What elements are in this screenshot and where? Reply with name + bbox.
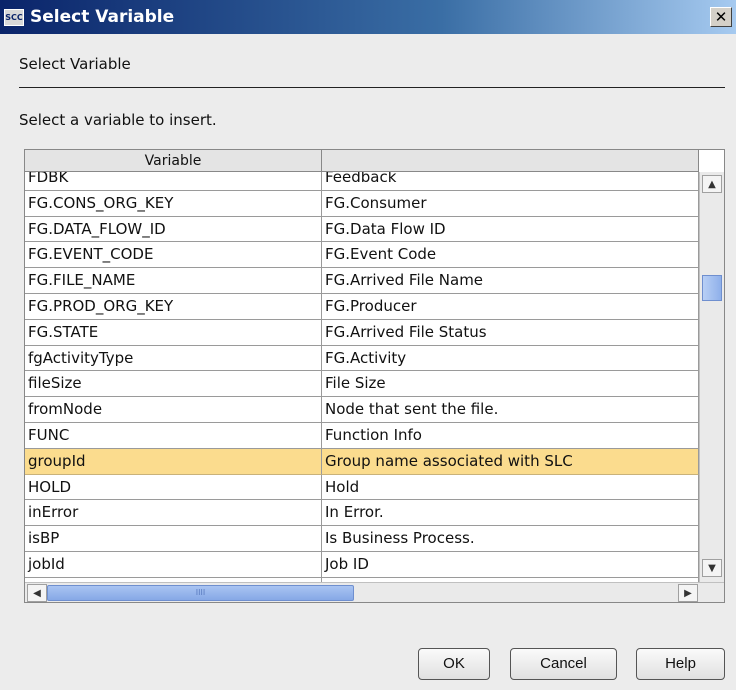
description-cell: FG.Arrived File Status	[322, 319, 699, 346]
description-cell: FG.Consumer	[322, 190, 699, 217]
description-cell: Is Business Process.	[322, 526, 699, 552]
description-cell: Job ID	[322, 551, 699, 578]
title-bar: SCC Select Variable ✕	[0, 0, 736, 34]
scroll-down-icon: ▼	[708, 562, 716, 574]
table-row[interactable]: FG.PROD_ORG_KEY FG.Producer	[25, 293, 699, 320]
close-icon: ✕	[714, 8, 728, 26]
ok-button[interactable]: OK	[418, 648, 490, 680]
horizontal-scroll-thumb[interactable]: IIII	[47, 585, 354, 601]
scroll-left-icon: ◀	[33, 587, 41, 599]
table-body: FDBK Feedback FG.CONS_ORG_KEY FG.Consumer FG…	[25, 172, 699, 582]
description-cell: In Error.	[322, 500, 699, 527]
table-row[interactable]: FG.EVENT_CODE FG.Event Code	[25, 242, 699, 269]
variable-cell: FG.DATA_FLOW_ID	[25, 216, 322, 243]
variable-cell: fileSize	[25, 371, 322, 398]
scroll-right-icon: ▶	[684, 587, 692, 599]
variable-cell: FUNC	[25, 422, 322, 449]
app-icon: SCC	[4, 8, 24, 26]
scroll-grip-icon: IIII	[195, 588, 206, 597]
table-row[interactable]: fromNode Node that sent the file.	[25, 397, 699, 423]
vertical-scroll-thumb[interactable]	[702, 275, 722, 301]
scroll-right-button[interactable]: ▶	[678, 584, 698, 602]
table-row[interactable]: inError In Error.	[25, 500, 699, 527]
close-button[interactable]: ✕	[710, 7, 732, 27]
table-row[interactable]: isBP Is Business Process.	[25, 526, 699, 552]
column-header-description[interactable]	[322, 150, 699, 172]
dialog-header: Select Variable	[19, 55, 131, 73]
description-cell: FG.Data Flow ID	[322, 216, 699, 243]
description-cell: FG.Event Code	[322, 242, 699, 269]
description-cell: FG.Producer	[322, 293, 699, 320]
variable-cell: FG.FILE_NAME	[25, 268, 322, 294]
variable-cell: FG.CONS_ORG_KEY	[25, 190, 322, 217]
scroll-up-button[interactable]: ▲	[702, 175, 722, 193]
variable-cell: inError	[25, 500, 322, 527]
help-button[interactable]: Help	[636, 648, 725, 680]
description-cell: Group name associated with SLC	[322, 448, 699, 475]
description-cell: FG.Activity	[322, 345, 699, 372]
table-row[interactable]: FG.DATA_FLOW_ID FG.Data Flow ID	[25, 216, 699, 243]
table-row[interactable]: FG.CONS_ORG_KEY FG.Consumer	[25, 190, 699, 217]
table-row[interactable]: HOLD Hold	[25, 474, 699, 501]
column-header-variable[interactable]: Variable	[25, 150, 322, 172]
variable-cell: FG.STATE	[25, 319, 322, 346]
window-title: Select Variable	[30, 7, 175, 27]
variable-cell: FG.PROD_ORG_KEY	[25, 293, 322, 320]
description-cell: Feedback	[322, 172, 699, 191]
variable-cell: fromNode	[25, 397, 322, 423]
table-row[interactable]: FDBK Feedback	[25, 172, 699, 191]
scroll-down-button[interactable]: ▼	[702, 559, 722, 577]
description-cell: FG.Arrived File Name	[322, 268, 699, 294]
variable-cell: FG.EVENT_CODE	[25, 242, 322, 269]
description-cell: Node that sent the file.	[322, 397, 699, 423]
header-divider	[19, 87, 725, 88]
variable-cell: FDBK	[25, 172, 322, 191]
variable-cell: isBP	[25, 526, 322, 552]
variable-cell: fgActivityType	[25, 345, 322, 372]
variable-cell: jobId	[25, 551, 322, 578]
table-row[interactable]: fileSize File Size	[25, 371, 699, 398]
description-cell: Function Info	[322, 422, 699, 449]
cancel-button[interactable]: Cancel	[510, 648, 617, 680]
table-row[interactable]: FG.FILE_NAME FG.Arrived File Name	[25, 268, 699, 294]
variable-cell: HOLD	[25, 474, 322, 501]
vertical-scrollbar[interactable]: ▲ ▼	[699, 172, 724, 582]
scroll-left-button[interactable]: ◀	[27, 584, 47, 602]
description-cell: Hold	[322, 474, 699, 501]
table-row[interactable]: jobId Job ID	[25, 551, 699, 578]
table-row[interactable]: groupId Group name associated with SLC	[25, 448, 699, 475]
instruction-text: Select a variable to insert.	[19, 111, 217, 129]
table-row[interactable]: fgActivityType FG.Activity	[25, 345, 699, 372]
variable-cell: groupId	[25, 448, 322, 475]
description-cell: File Size	[322, 371, 699, 398]
horizontal-scrollbar[interactable]: ◀ IIII ▶	[25, 582, 724, 602]
table-row[interactable]: FG.STATE FG.Arrived File Status	[25, 319, 699, 346]
scroll-up-icon: ▲	[708, 178, 716, 190]
table-row[interactable]: FUNC Function Info	[25, 422, 699, 449]
variable-table: Variable FDBK Feedback FG.CONS_ORG_KEY FG.C…	[24, 149, 725, 603]
